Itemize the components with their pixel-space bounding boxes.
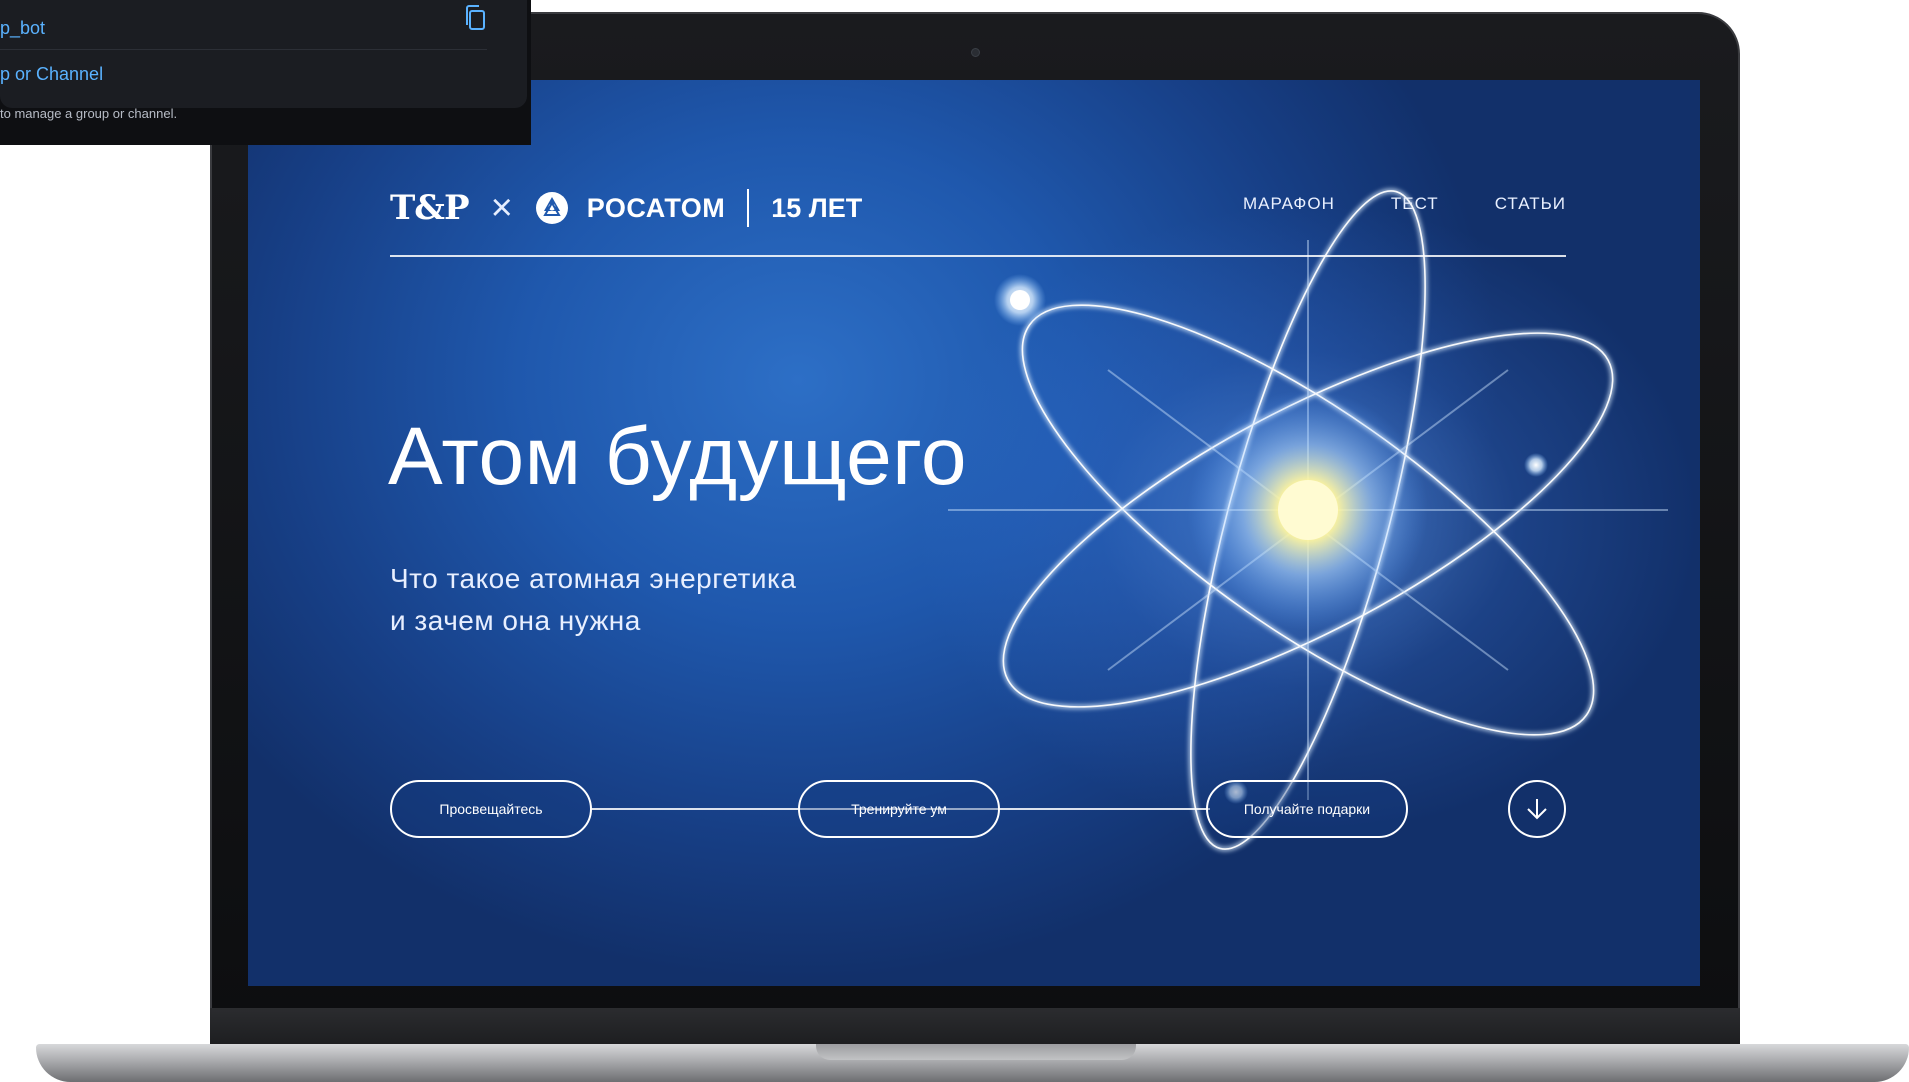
laptop-base-notch [816,1044,1136,1060]
laptop-screen: T&P × РОСАТОМ 15 ЛЕТ МАРАФОН ТЕСТ СТАТЬИ… [248,80,1700,986]
header-divider [390,255,1566,257]
nav-item-articles[interactable]: СТАТЬИ [1495,194,1566,214]
anniversary-label: 15 ЛЕТ [771,192,863,223]
step-train-button[interactable]: Тренируйте ум [798,780,1000,838]
rosatom-logo-icon [535,192,568,224]
arrow-down-circle-icon [1527,799,1547,820]
overlay-divider [0,49,487,50]
bot-username-link[interactable]: p_bot [0,18,45,39]
electron-2 [1524,453,1548,477]
step-gifts-button[interactable]: Получайте подарки [1206,780,1408,838]
nav-item-marathon[interactable]: МАРАФОН [1243,194,1335,214]
stage: T&P × РОСАТОМ 15 ЛЕТ МАРАФОН ТЕСТ СТАТЬИ… [0,0,1909,1082]
logo-cross: × [490,186,513,229]
hero-subtitle-line-1: Что такое атомная энергетика [390,563,797,594]
nav-item-test[interactable]: ТЕСТ [1391,194,1439,214]
copy-icon[interactable] [462,4,488,32]
step-learn-button[interactable]: Просвещайтесь [390,780,592,838]
site-logo[interactable]: T&P × РОСАТОМ 15 ЛЕТ [390,184,862,232]
hero-subtitle: Что такое атомная энергетика и зачем она… [390,558,910,642]
webcam [971,48,980,57]
scroll-down-button[interactable] [1508,780,1566,838]
telegram-overlay-panel: p_bot p or Channel to manage a group or … [0,0,531,145]
hero-subtitle-line-2: и зачем она нужна [390,605,641,636]
tp-logo: T&P [390,188,470,228]
rosatom-wordmark: РОСАТОМ [586,192,726,223]
top-nav: МАРАФОН ТЕСТ СТАТЬИ [1243,194,1566,214]
add-to-group-link[interactable]: p or Channel [0,64,103,85]
logo-separator [747,189,750,227]
steps-timeline: Просвещайтесь Тренируйте ум Получайте по… [390,780,1566,838]
laptop-hinge [210,1008,1740,1048]
overlay-hint-text: to manage a group or channel. [0,106,178,121]
overlay-card: p_bot p or Channel [0,0,527,108]
hero-title: Атом будущего [388,411,967,502]
